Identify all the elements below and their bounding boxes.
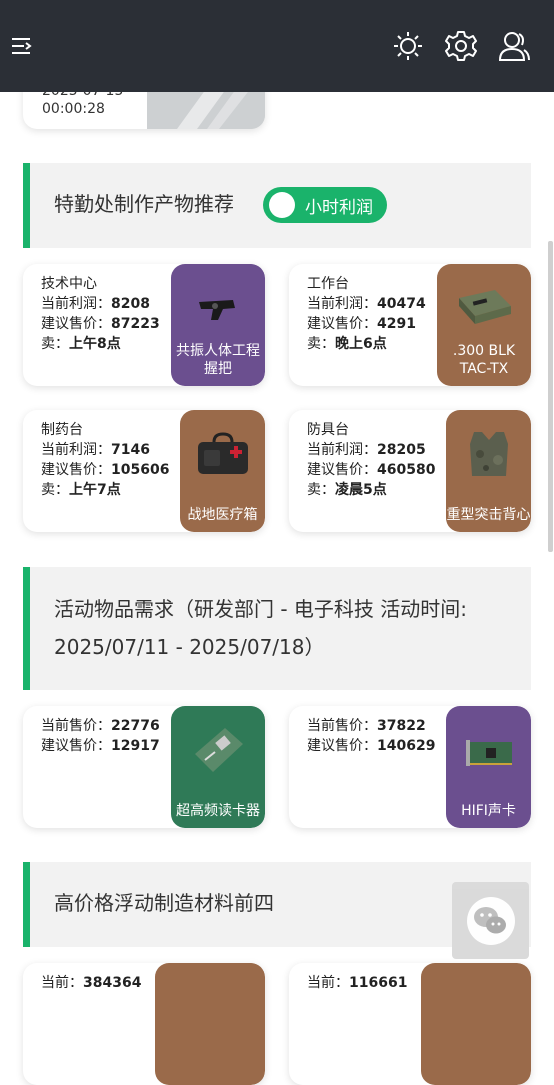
craft-card-info: 技术中心 当前利润：8208 建议售价：87223 卖：上午8点	[41, 274, 160, 354]
item-tile: 重型突击背心	[446, 410, 531, 532]
profit-value: 7146	[111, 442, 150, 458]
sell-time: 上午8点	[69, 336, 121, 352]
main-content: 2025-07-15 00:00:28 特勤处制作产物推荐 小时利润 技术中心 …	[0, 0, 554, 1085]
sun-icon	[394, 32, 422, 60]
gear-icon	[445, 31, 477, 61]
settings-button[interactable]	[443, 28, 479, 64]
previous-card-clock: 00:00:28	[42, 101, 105, 117]
current-label: 当前：	[307, 975, 349, 991]
material-card[interactable]: 当前：384364	[23, 963, 265, 1085]
section-title: 高价格浮动制造材料前四	[54, 891, 274, 915]
item-tile	[155, 963, 265, 1085]
craft-card[interactable]: 技术中心 当前利润：8208 建议售价：87223 卖：上午8点 共振人体工程握…	[23, 264, 265, 386]
craft-card-info: 防具台 当前利润：28205 建议售价：460580 卖：凌晨5点	[307, 420, 435, 500]
profit-label: 当前利润：	[41, 442, 111, 458]
section-crafting-recommend: 特勤处制作产物推荐 小时利润	[23, 163, 531, 248]
price-value: 87223	[111, 316, 160, 332]
item-tile: .300 BLK TAC-TX	[437, 264, 531, 386]
item-tile: 共振人体工程握把	[171, 264, 265, 386]
sell-time: 晚上6点	[335, 336, 387, 352]
sell-time: 上午7点	[69, 482, 121, 498]
current-price-value: 37822	[377, 718, 426, 734]
suggested-price-label: 建议售价：	[41, 738, 111, 754]
event-card-info: 当前售价：37822 建议售价：140629	[307, 716, 435, 756]
event-card-info: 当前售价：22776 建议售价：12917	[41, 716, 160, 756]
current-price-value: 22776	[111, 718, 160, 734]
suggested-price-label: 建议售价：	[307, 738, 377, 754]
wechat-float-button[interactable]	[452, 882, 529, 959]
sound-card-icon	[466, 740, 512, 766]
station-name: 制药台	[41, 422, 83, 438]
item-name: 战地医疗箱	[187, 507, 258, 523]
profit-label: 当前利润：	[307, 442, 377, 458]
grip-icon	[199, 300, 235, 320]
price-value: 105606	[111, 462, 170, 478]
menu-icon	[12, 38, 32, 54]
material-card[interactable]: 当前：116661	[289, 963, 531, 1085]
item-name: 重型突击背心	[446, 507, 531, 523]
profit-label: 当前利润：	[307, 296, 377, 312]
station-name: 技术中心	[41, 276, 97, 292]
price-value: 4291	[377, 316, 416, 332]
item-name: HIFI声卡	[461, 803, 516, 819]
wechat-icon	[466, 896, 515, 945]
item-tile: 超高频读卡器	[171, 706, 265, 828]
item-name: 超高频读卡器	[176, 803, 260, 819]
item-tile	[421, 963, 531, 1085]
sell-label: 卖：	[41, 482, 69, 498]
material-card-info: 当前：384364	[41, 973, 141, 993]
price-label: 建议售价：	[307, 316, 377, 332]
user-icon	[498, 32, 530, 61]
sell-label: 卖：	[307, 482, 335, 498]
section-title-line1: 活动物品需求（研发部门 - 电子科技 活动时间:	[54, 597, 468, 621]
item-tile: HIFI声卡	[446, 706, 531, 828]
station-name: 工作台	[307, 276, 349, 292]
suggested-price-value: 12917	[111, 738, 160, 754]
current-price-label: 当前售价：	[41, 718, 111, 734]
item-tile: 战地医疗箱	[180, 410, 265, 532]
menu-button[interactable]	[4, 28, 40, 64]
profit-value: 8208	[111, 296, 150, 312]
price-label: 建议售价：	[307, 462, 377, 478]
current-price-label: 当前售价：	[307, 718, 377, 734]
vest-icon	[470, 432, 508, 476]
card-reader-icon	[195, 728, 243, 772]
section-event-demand: 活动物品需求（研发部门 - 电子科技 活动时间: 2025/07/11 - 20…	[23, 567, 531, 690]
price-label: 建议售价：	[41, 316, 111, 332]
profit-value: 28205	[377, 442, 426, 458]
station-name: 防具台	[307, 422, 349, 438]
event-item-card[interactable]: 当前售价：22776 建议售价：12917 超高频读卡器	[23, 706, 265, 828]
sell-time: 凌晨5点	[335, 482, 387, 498]
section-title-line2: 2025/07/11 - 2025/07/18）	[54, 635, 325, 659]
craft-card[interactable]: 制药台 当前利润：7146 建议售价：105606 卖：上午7点 战地医疗箱	[23, 410, 265, 532]
item-name: 共振人体工程握把	[176, 343, 260, 377]
current-value: 116661	[349, 975, 408, 991]
item-name: .300 BLK TAC-TX	[452, 343, 516, 377]
section-title: 特勤处制作产物推荐	[54, 192, 234, 216]
profit-label: 当前利润：	[41, 296, 111, 312]
toggle-knob	[269, 192, 295, 218]
profit-value: 40474	[377, 296, 426, 312]
current-value: 384364	[83, 975, 142, 991]
price-label: 建议售价：	[41, 462, 111, 478]
event-item-card[interactable]: 当前售价：37822 建议售价：140629 HIFI声卡	[289, 706, 531, 828]
craft-card[interactable]: 工作台 当前利润：40474 建议售价：4291 卖：晚上6点 .300 BLK…	[289, 264, 531, 386]
sell-label: 卖：	[41, 336, 69, 352]
scrollbar[interactable]	[548, 241, 553, 552]
craft-card[interactable]: 防具台 当前利润：28205 建议售价：460580 卖：凌晨5点 重型突击背心	[289, 410, 531, 532]
user-button[interactable]	[496, 28, 532, 64]
medkit-icon	[198, 432, 248, 474]
ammo-box-icon	[459, 290, 511, 324]
top-app-bar	[0, 0, 554, 92]
sell-label: 卖：	[307, 336, 335, 352]
theme-toggle-button[interactable]	[390, 28, 426, 64]
current-label: 当前：	[41, 975, 83, 991]
hourly-profit-toggle[interactable]: 小时利润	[263, 187, 387, 223]
toggle-label: 小时利润	[305, 197, 373, 218]
craft-card-info: 工作台 当前利润：40474 建议售价：4291 卖：晚上6点	[307, 274, 426, 354]
price-value: 460580	[377, 462, 436, 478]
craft-card-info: 制药台 当前利润：7146 建议售价：105606 卖：上午7点	[41, 420, 169, 500]
suggested-price-value: 140629	[377, 738, 436, 754]
material-card-info: 当前：116661	[307, 973, 407, 993]
